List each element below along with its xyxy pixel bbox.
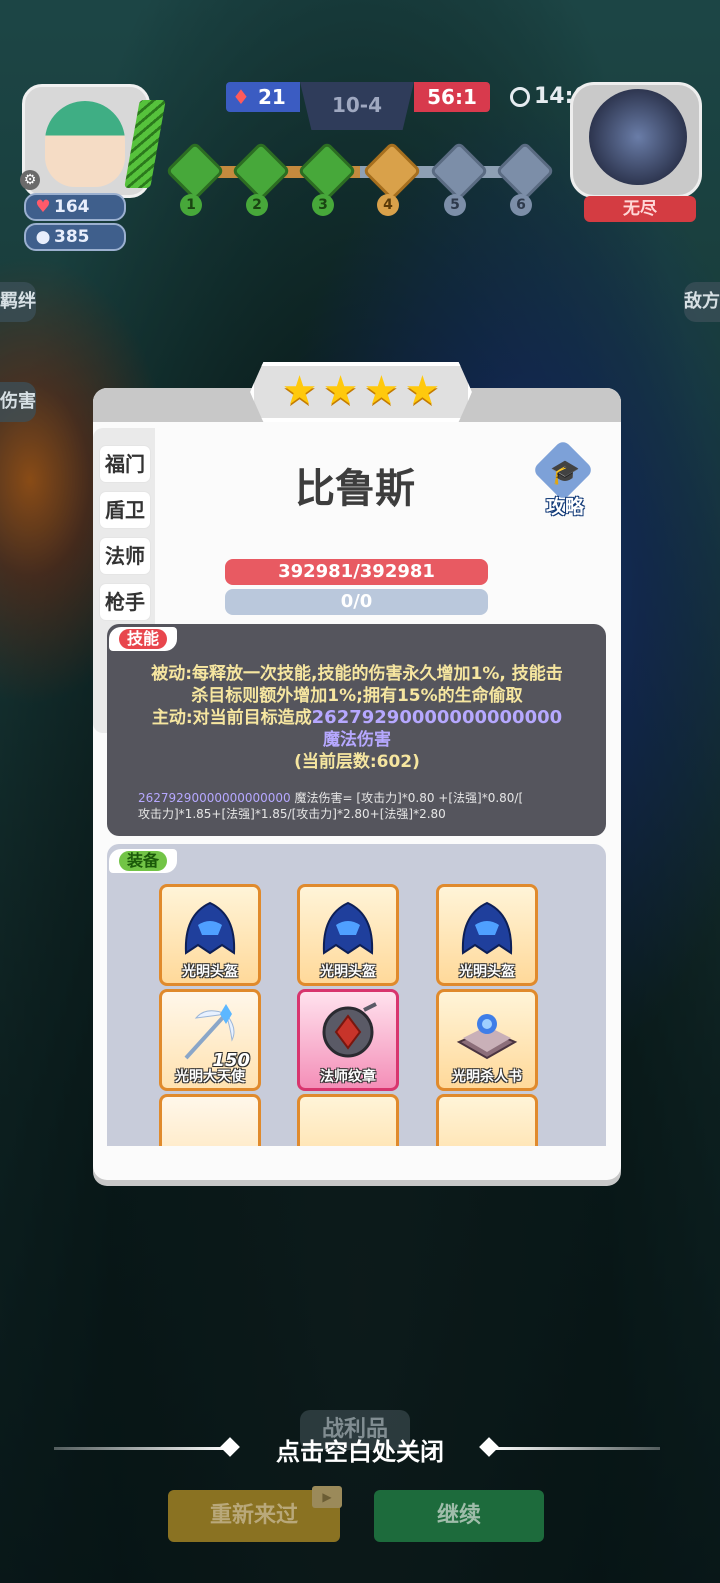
helmet-icon bbox=[461, 901, 513, 955]
stage-number-6: 6 bbox=[510, 194, 532, 216]
equipment-name-3: 光明头盔 bbox=[459, 964, 515, 980]
equipment-tag: 装备 bbox=[109, 849, 178, 873]
formula-line-1: 魔法伤害= [攻击力]*0.80 +[法强]*0.80/[ bbox=[290, 791, 524, 805]
damage-tab[interactable]: 伤害 bbox=[0, 382, 36, 422]
hero-name: 比鲁斯 bbox=[295, 466, 415, 512]
equipment-item-1[interactable]: 光明头盔 bbox=[159, 884, 261, 986]
equipment-name-2: 光明头盔 bbox=[320, 964, 376, 980]
guide-label: 攻略 bbox=[545, 496, 584, 518]
skill-damage-type: 魔法伤害 bbox=[323, 730, 391, 750]
retry-label: 重新来过 bbox=[209, 1503, 298, 1528]
star-rating: ★ ★ ★ ★ bbox=[250, 362, 472, 422]
hero-hp-bar: 392981/392981 bbox=[225, 559, 488, 585]
heart-icon: ♥ bbox=[35, 197, 51, 217]
star-icon: ★ bbox=[281, 368, 318, 414]
equipment-name-6: 光明杀人书 bbox=[452, 1069, 522, 1085]
skill-passive-line-1: 被动:每释放一次技能,技能的伤害永久增加1%, 技能击 bbox=[151, 664, 563, 684]
skill-active-line: 主动:对当前目标造成26279290000000000000 bbox=[124, 707, 590, 729]
equipment-item-8-partial[interactable] bbox=[297, 1094, 399, 1146]
equipment-tag-label: 装备 bbox=[119, 851, 168, 871]
formula-value: 26279290000000000000 bbox=[138, 791, 291, 805]
skill-active-prefix: 主动:对当前目标造成 bbox=[151, 708, 312, 728]
score-left: ♦ 21 bbox=[226, 82, 300, 112]
score-left-value: 21 bbox=[257, 85, 286, 109]
equipment-name-4: 光明大天使 bbox=[175, 1069, 245, 1085]
enemy-avatar[interactable] bbox=[570, 82, 702, 198]
round-indicator: 10-4 bbox=[300, 82, 414, 130]
video-ad-icon: ▶ bbox=[312, 1486, 342, 1508]
equipment-item-2[interactable]: 光明头盔 bbox=[297, 884, 399, 986]
stage-number-5: 5 bbox=[444, 194, 466, 216]
player-coin-stat: ● 385 bbox=[24, 223, 126, 251]
mage-emblem-icon bbox=[322, 1002, 377, 1058]
formula-line-2: 攻击力]*1.85+[法强]*1.85/[攻击力]*2.80+[法强]*2.80 bbox=[138, 807, 446, 821]
spellbook-icon bbox=[456, 1014, 518, 1060]
enemy-portrait bbox=[589, 89, 687, 185]
retry-button[interactable]: 重新来过 ▶ bbox=[168, 1486, 342, 1542]
star-icon: ★ bbox=[363, 368, 400, 414]
star-icon: ★ bbox=[322, 368, 359, 414]
stage-number-1: 1 bbox=[180, 194, 202, 216]
guide-button[interactable]: 🎓 攻略 bbox=[531, 438, 598, 518]
settings-gear-icon[interactable]: ⚙ bbox=[20, 170, 40, 190]
stage-number-2: 2 bbox=[246, 194, 268, 216]
enemy-mode-label: 无尽 bbox=[584, 196, 696, 222]
damage-formula: 26279290000000000000 魔法伤害= [攻击力]*0.80 +[… bbox=[138, 790, 578, 822]
player-hp-value: 164 bbox=[54, 197, 90, 217]
equipment-item-4[interactable]: 150 光明大天使 bbox=[159, 989, 261, 1091]
category-tab-1[interactable]: 福门 bbox=[100, 446, 150, 482]
equipment-name-1: 光明头盔 bbox=[182, 964, 238, 980]
equipment-item-6[interactable]: 光明杀人书 bbox=[436, 989, 538, 1091]
skill-stacks: (当前层数:602) bbox=[294, 752, 420, 772]
star-icon: ★ bbox=[404, 368, 441, 414]
hero-mana-bar: 0/0 bbox=[225, 589, 488, 615]
flame-icon: ♦ bbox=[232, 85, 250, 109]
equipment-item-7-partial[interactable] bbox=[159, 1094, 261, 1146]
bond-tab[interactable]: 羁绊 bbox=[0, 282, 36, 322]
player-coins-value: 385 bbox=[54, 227, 90, 247]
stage-number-3: 3 bbox=[312, 194, 334, 216]
stage-number-4: 4 bbox=[377, 194, 399, 216]
equipment-panel: 光明头盔 光明头盔 光明头盔 150 光明大天使 法师纹章 光明杀人书 bbox=[107, 844, 606, 1146]
equipment-name-5: 法师纹章 bbox=[320, 1069, 376, 1085]
clock-icon bbox=[510, 87, 530, 107]
category-tab-3[interactable]: 法师 bbox=[100, 538, 150, 574]
category-tab-2[interactable]: 盾卫 bbox=[100, 492, 150, 528]
helmet-icon bbox=[322, 901, 374, 955]
hint-divider-right bbox=[492, 1447, 660, 1450]
skill-description: 被动:每释放一次技能,技能的伤害永久增加1%, 技能击 杀目标则额外增加1%;拥… bbox=[124, 663, 590, 773]
skill-passive-line-2: 杀目标则额外增加1%;拥有15%的生命偷取 bbox=[191, 686, 523, 706]
coin-icon: ● bbox=[35, 227, 51, 247]
enemy-tab[interactable]: 敌方 bbox=[684, 282, 720, 322]
skill-damage-value: 26279290000000000000 bbox=[311, 707, 563, 728]
helmet-icon bbox=[184, 901, 236, 955]
player-hp-stat: ♥ 164 bbox=[24, 193, 126, 221]
equipment-item-9-partial[interactable] bbox=[436, 1094, 538, 1146]
graduation-cap-icon: 🎓 bbox=[550, 458, 580, 486]
player-portrait bbox=[45, 101, 125, 187]
skill-tag: 技能 bbox=[109, 627, 178, 651]
category-tab-4[interactable]: 枪手 bbox=[100, 584, 150, 620]
continue-button[interactable]: 继续 bbox=[374, 1490, 544, 1542]
equipment-item-3[interactable]: 光明头盔 bbox=[436, 884, 538, 986]
skill-tag-label: 技能 bbox=[119, 629, 168, 649]
score-right: 56:1 bbox=[414, 82, 490, 112]
equipment-item-5[interactable]: 法师纹章 bbox=[297, 989, 399, 1091]
